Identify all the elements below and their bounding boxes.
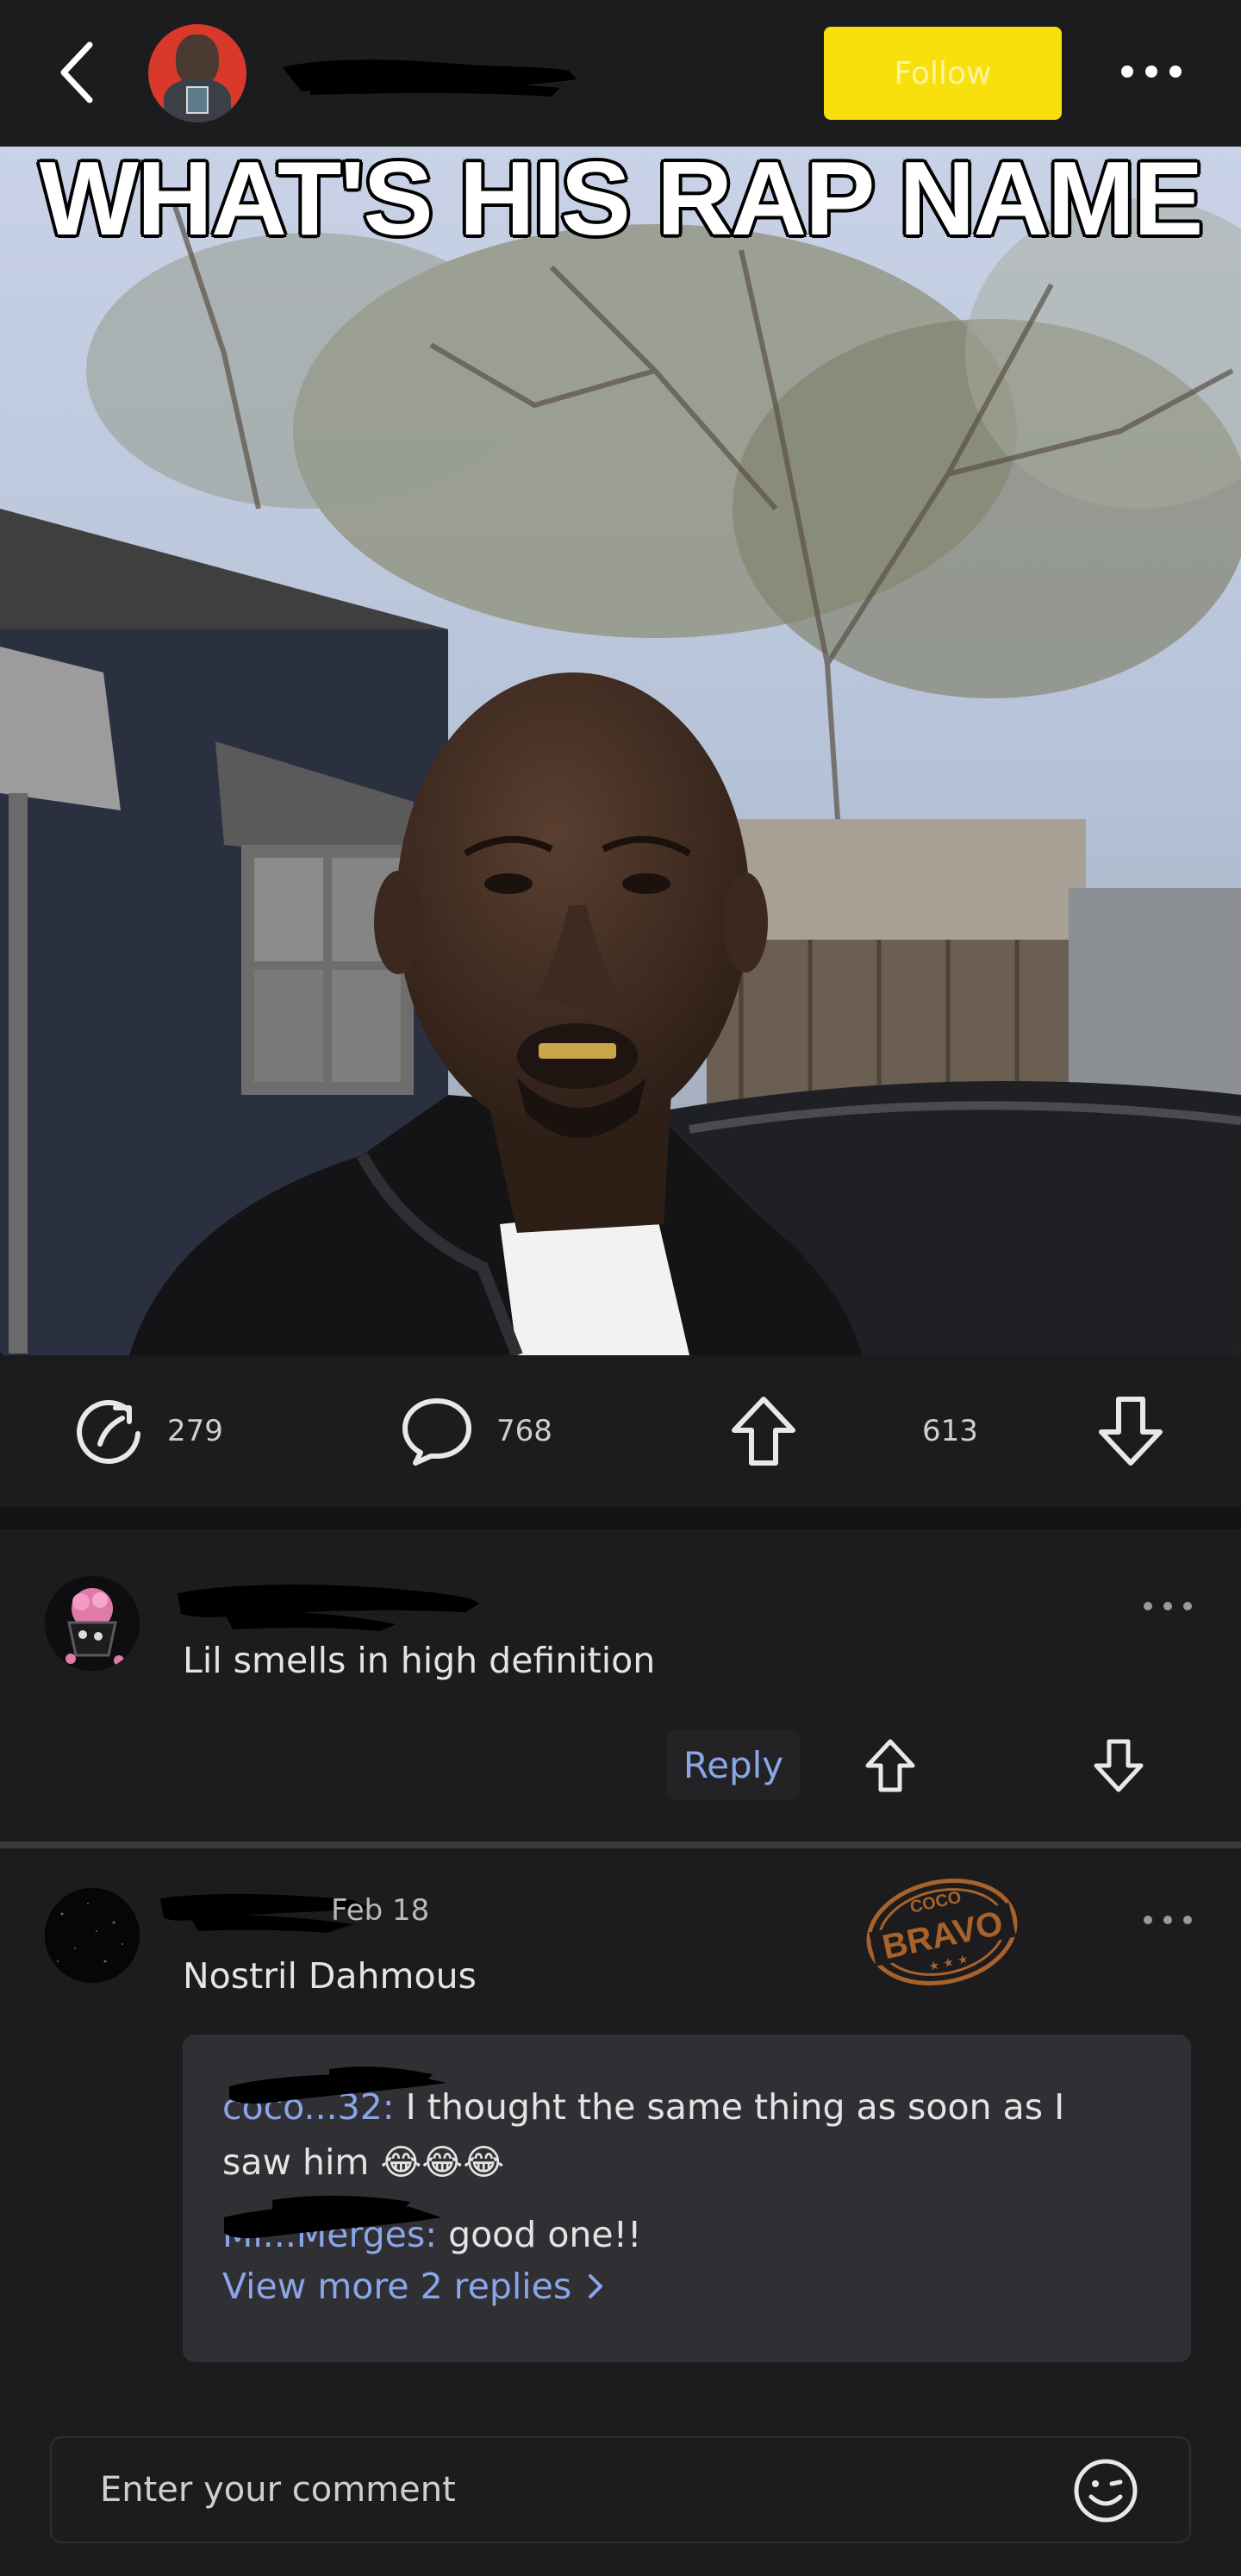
share-action[interactable]: 279 [74, 1388, 223, 1474]
author-name-redacted[interactable] [276, 50, 586, 98]
reply-text: good one!! [437, 2214, 642, 2255]
comment-upvote-icon[interactable] [864, 1738, 916, 1793]
comment-divider [0, 1841, 1241, 1848]
reply-text-continued: saw him 😂😂😂 [222, 2141, 505, 2183]
more-options-icon[interactable] [1117, 50, 1186, 93]
comment-text: Nostril Dahmous [183, 1955, 477, 1997]
follow-button[interactable]: Follow [824, 27, 1062, 120]
back-arrow-icon[interactable] [53, 38, 105, 107]
meme-caption: WHAT'S HIS RAP NAME [39, 147, 1204, 257]
commenter-avatar[interactable] [45, 1576, 140, 1671]
commenter-name-redacted[interactable] [172, 1574, 483, 1635]
view-more-replies-link[interactable]: View more 2 replies [222, 2266, 606, 2307]
comment-date: Feb 18 [331, 1893, 430, 1928]
chevron-right-icon [589, 2274, 603, 2298]
replies-preview: coco...32: I thought the same thing as s… [183, 2035, 1191, 2362]
reply-author-redacted [224, 2195, 441, 2239]
vote-score: 613 [922, 1414, 978, 1448]
top-bar: Follow [0, 0, 1241, 147]
comment-text: Lil smells in high definition [183, 1640, 656, 1681]
comment-bubble-icon [402, 1398, 471, 1466]
share-icon [77, 1399, 140, 1464]
reply-text: I thought the same thing as soon as I [394, 2086, 1065, 2128]
comment-more-icon[interactable] [1141, 1907, 1194, 1933]
downvote-action[interactable] [1096, 1388, 1165, 1474]
section-divider [0, 1507, 1241, 1529]
comment-more-icon[interactable] [1141, 1593, 1194, 1619]
view-more-label: View more 2 replies [222, 2266, 572, 2307]
upvote-arrow-icon [732, 1397, 795, 1466]
share-count: 279 [167, 1414, 223, 1448]
comment-input[interactable] [100, 2455, 1048, 2524]
emoji-picker-icon[interactable] [1072, 2457, 1139, 2524]
downvote-arrow-icon [1099, 1397, 1163, 1466]
bravo-badge-stamp: COCO BRAVO ★ ★ ★ [866, 1879, 1018, 1985]
comment-item: Lil smells in high definition [0, 1529, 1241, 1841]
post-action-bar: 279 768 613 [0, 1355, 1241, 1507]
comment-composer [50, 2436, 1191, 2543]
upvote-action[interactable] [729, 1388, 798, 1474]
starfield-avatar-image [45, 1888, 140, 1983]
comment-action[interactable]: 768 [400, 1388, 552, 1474]
comment-count: 768 [496, 1414, 552, 1448]
meme-photo [0, 147, 1241, 1355]
cupcake-avatar-image [45, 1576, 140, 1671]
post-image[interactable]: WHAT'S HIS RAP NAME [0, 147, 1241, 1355]
commenter-avatar[interactable] [45, 1888, 140, 1983]
author-avatar[interactable] [148, 24, 246, 122]
reply-author-redacted [229, 2066, 446, 2104]
comment-downvote-icon[interactable] [1093, 1738, 1144, 1793]
reply-button[interactable]: Reply [667, 1729, 800, 1800]
